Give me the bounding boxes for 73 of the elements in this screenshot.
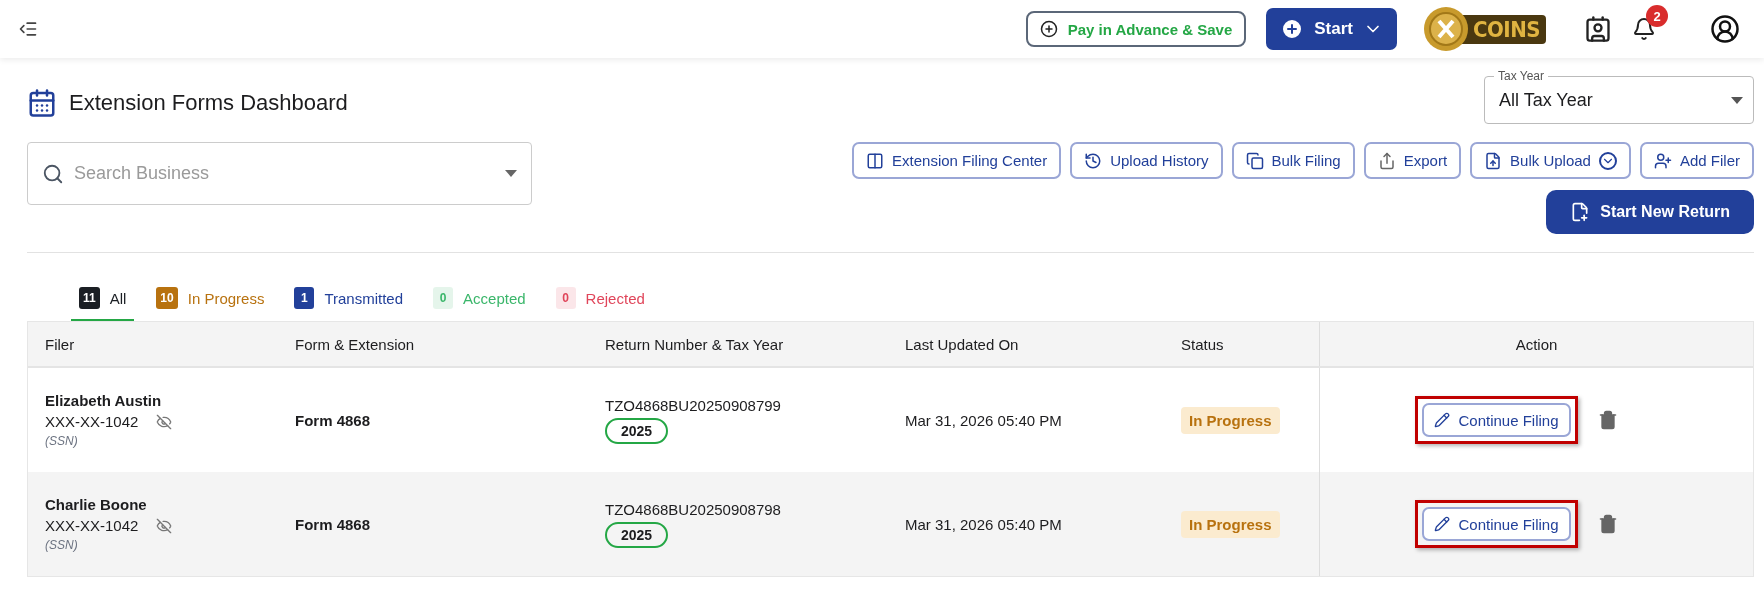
id-card-icon[interactable]	[1584, 15, 1612, 43]
hidden-eye-icon[interactable]	[156, 413, 173, 430]
start-new-return-button[interactable]: Start New Return	[1546, 190, 1754, 234]
search-icon	[42, 162, 64, 185]
toolbar-button[interactable]: Add Filer	[1639, 142, 1754, 179]
tab-label: In Progress	[187, 289, 265, 307]
history-icon	[1084, 151, 1103, 170]
dropdown-icon	[1731, 96, 1743, 104]
tax-year-badge: 2025	[605, 417, 669, 444]
last-updated: Mar 31, 2026 05:40 PM	[905, 411, 1062, 429]
tab-count: 0	[433, 287, 454, 309]
return-number: TZO4868BU20250908798	[605, 500, 781, 518]
toolbar-button[interactable]: Extension Filing Center	[852, 142, 1062, 179]
last-updated: Mar 31, 2026 05:40 PM	[905, 515, 1062, 533]
start-button[interactable]: Start	[1266, 8, 1397, 50]
profile-icon[interactable]	[1710, 14, 1740, 44]
notification-icon[interactable]	[1632, 17, 1656, 41]
tab-label: Transmitted	[324, 289, 404, 307]
tab-count: 10	[156, 287, 178, 309]
tab-count: 0	[555, 287, 576, 309]
coin-icon	[1422, 6, 1469, 52]
file-upload-icon	[1484, 151, 1503, 170]
hidden-eye-icon[interactable]	[156, 517, 173, 534]
pencil-icon	[1434, 516, 1451, 532]
tax-year-badge: 2025	[605, 521, 669, 548]
status-badge: In Progress	[1181, 406, 1280, 434]
select-value: All Tax Year	[1499, 89, 1593, 111]
tab-label: Rejected	[585, 289, 645, 307]
continue-filing-button[interactable]: Continue Filing	[1422, 403, 1571, 437]
tab-label: Accepted	[463, 289, 526, 307]
chevron-down-icon	[1598, 151, 1617, 170]
toolbar-button[interactable]: Export	[1363, 142, 1462, 179]
toolbar-button[interactable]: Bulk Upload	[1470, 142, 1631, 179]
column-header: Action	[1319, 322, 1753, 366]
tab-count: 1	[294, 287, 315, 309]
split-page-icon	[866, 151, 885, 170]
form-name: Form 4868	[295, 411, 371, 429]
notification-badge: 2	[1646, 5, 1668, 27]
plus-circle-icon	[1039, 20, 1058, 38]
filer-name: Charlie Boone	[45, 496, 147, 513]
status-badge: In Progress	[1181, 510, 1280, 538]
status-tab[interactable]: 0 Rejected	[547, 283, 653, 321]
toolbar-button[interactable]: Bulk Filing	[1231, 142, 1355, 179]
return-number: TZO4868BU20250908799	[605, 396, 781, 414]
column-header: Last Updated On	[904, 335, 1020, 353]
tab-label: All	[109, 289, 127, 307]
column-header: Status	[1180, 335, 1225, 353]
column-header: Form & Extension	[294, 335, 416, 353]
status-tab[interactable]: 10 In Progress	[148, 283, 273, 321]
ssn-text: XXX-XX-1042	[45, 517, 139, 534]
ssn-label: (SSN)	[45, 538, 78, 552]
status-tab[interactable]: 1 Transmitted	[286, 283, 412, 321]
delete-icon[interactable]	[1597, 514, 1618, 534]
ssn-label: (SSN)	[45, 434, 78, 448]
add-user-icon	[1653, 151, 1672, 170]
search-field[interactable]: Search Business	[27, 142, 532, 205]
copy-icon	[1245, 151, 1264, 170]
form-name: Form 4868	[295, 515, 371, 533]
ssn-text: XXX-XX-1042	[45, 413, 139, 430]
toolbar-button[interactable]: Upload History	[1070, 142, 1223, 179]
filer-name: Elizabeth Austin	[45, 392, 162, 409]
column-header: Filer	[44, 335, 76, 353]
column-header: Return Number & Tax Year	[604, 335, 785, 353]
page-title: Extension Forms Dashboard	[69, 90, 348, 116]
tax-year-select[interactable]: Tax Year All Tax Year	[1484, 68, 1754, 124]
export-icon	[1377, 151, 1396, 170]
menu-icon[interactable]	[18, 19, 38, 39]
dropdown-icon	[505, 170, 517, 177]
calendar-icon	[27, 88, 57, 118]
tab-count: 11	[79, 287, 100, 309]
continue-filing-button[interactable]: Continue Filing	[1422, 507, 1571, 541]
pencil-icon	[1434, 412, 1451, 428]
delete-icon[interactable]	[1597, 410, 1618, 430]
